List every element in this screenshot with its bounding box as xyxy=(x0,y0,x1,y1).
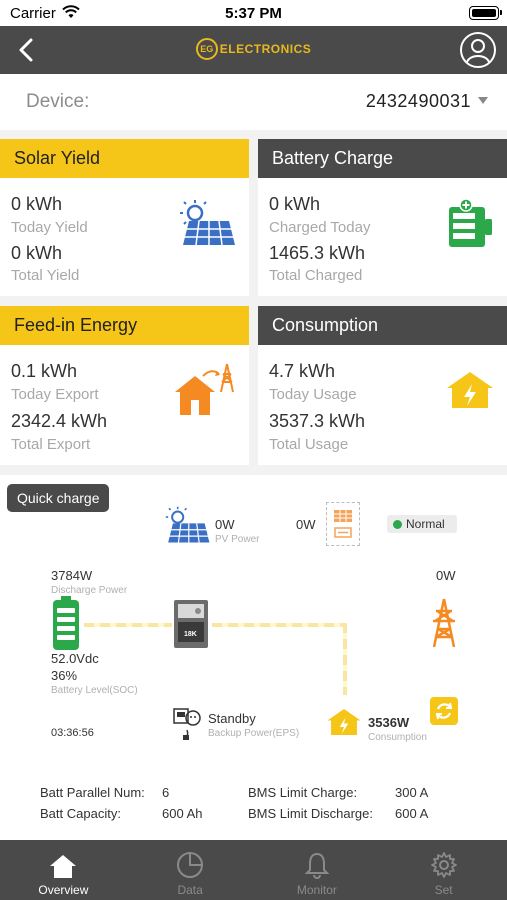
inverter-icon xyxy=(172,598,210,655)
battery-charging-icon xyxy=(447,198,495,254)
inverter-label: 18K xyxy=(184,631,197,638)
today-export-label: Today Export xyxy=(11,386,99,403)
battery-icon xyxy=(52,596,80,656)
refresh-button[interactable] xyxy=(430,697,458,725)
charged-today-value: 0 kWh xyxy=(269,194,321,214)
tab-monitor[interactable]: Monitor xyxy=(254,840,381,900)
energy-flow-panel: Quick charge 0W PV Power 0W Normal 3784W… xyxy=(0,475,507,840)
tab-label: Data xyxy=(177,883,203,897)
generator-power-value: 0W xyxy=(296,517,316,532)
user-profile-button[interactable] xyxy=(459,31,497,69)
user-icon xyxy=(460,32,496,68)
batt-capacity-label: Batt Capacity: xyxy=(40,806,121,821)
total-usage-label: Total Usage xyxy=(269,436,349,453)
device-label: Device: xyxy=(26,91,90,112)
quick-charge-button[interactable]: Quick charge xyxy=(7,484,110,512)
nav-bar: EG ELECTRONICS xyxy=(0,26,507,74)
battery-charge-card[interactable]: Battery Charge 0 kWh Charged Today 1465.… xyxy=(258,139,507,296)
total-yield-label: Total Yield xyxy=(11,267,80,284)
grid-tower-icon xyxy=(430,597,458,654)
load-flow-line xyxy=(343,623,347,695)
batt-capacity-value: 600 Ah xyxy=(162,806,203,821)
bms-discharge-label: BMS Limit Discharge: xyxy=(248,806,373,821)
bms-charge-label: BMS Limit Charge: xyxy=(248,785,358,800)
solar-panel-icon xyxy=(165,505,211,550)
solar-yield-card[interactable]: Solar Yield 0 kWh Today Yield 0 kWh Tota… xyxy=(0,139,249,296)
generator-icon xyxy=(326,502,360,546)
bms-charge-value: 300 A xyxy=(395,785,429,800)
today-usage-value: 4.7 kWh xyxy=(269,361,336,381)
battery-soc: 36% xyxy=(51,668,78,683)
inverter-flow-line xyxy=(212,623,347,627)
tab-bar: Overview Data Monitor Set xyxy=(0,840,507,900)
today-yield-value: 0 kWh xyxy=(11,194,63,214)
solar-panel-icon xyxy=(179,199,237,252)
today-export-value: 0.1 kWh xyxy=(11,361,78,381)
card-title: Feed-in Energy xyxy=(0,306,249,345)
status-text: Normal xyxy=(406,517,445,531)
bell-icon xyxy=(304,852,330,879)
total-yield-value: 0 kWh xyxy=(11,243,63,263)
brand-logo: EG ELECTRONICS xyxy=(0,38,507,60)
device-serial: 2432490031 xyxy=(365,91,471,111)
pie-chart-icon xyxy=(177,852,204,878)
home-icon xyxy=(50,855,77,878)
house-grid-icon xyxy=(173,362,237,423)
clock: 5:37 PM xyxy=(225,5,282,22)
tab-label: Set xyxy=(434,883,453,897)
card-title: Solar Yield xyxy=(0,139,249,178)
device-selector[interactable]: Device: 2432490031 xyxy=(0,74,507,130)
battery-voltage: 52.0Vdc xyxy=(51,651,99,666)
consumption-power-value: 3536W xyxy=(368,715,410,730)
total-usage-value: 3537.3 kWh xyxy=(269,411,366,431)
dropdown-caret-icon xyxy=(478,97,488,104)
system-status-badge: Normal xyxy=(387,515,457,533)
pv-power-label: PV Power xyxy=(215,534,260,545)
tab-label: Overview xyxy=(38,883,89,897)
grid-power-value: 0W xyxy=(436,568,456,583)
card-title: Battery Charge xyxy=(258,139,507,178)
update-time: 03:36:56 xyxy=(51,727,94,739)
pv-power-value: 0W xyxy=(215,517,235,532)
battery-status-icon xyxy=(469,6,502,20)
gear-icon xyxy=(430,852,457,878)
backup-outlet-icon xyxy=(173,708,205,745)
tab-data[interactable]: Data xyxy=(127,840,254,900)
discharge-power-value: 3784W xyxy=(51,568,93,583)
tab-set[interactable]: Set xyxy=(380,840,507,900)
discharge-power-label: Discharge Power xyxy=(51,585,128,596)
consumption-power-label: Consumption xyxy=(368,732,427,743)
bms-discharge-value: 600 A xyxy=(395,806,429,821)
house-power-icon xyxy=(326,707,362,742)
battery-flow-line xyxy=(84,623,172,627)
feed-in-energy-card[interactable]: Feed-in Energy 0.1 kWh Today Export 2342… xyxy=(0,306,249,465)
logo-mark: EG xyxy=(195,38,218,60)
backup-power-label: Backup Power(EPS) xyxy=(208,728,300,739)
status-bar: Carrier 5:37 PM xyxy=(0,0,507,26)
batt-parallel-value: 6 xyxy=(162,785,170,800)
refresh-icon xyxy=(435,702,453,720)
total-charged-value: 1465.3 kWh xyxy=(269,243,366,263)
charged-today-label: Charged Today xyxy=(269,219,371,236)
tab-overview[interactable]: Overview xyxy=(0,840,127,900)
total-charged-label: Total Charged xyxy=(269,267,363,284)
total-export-value: 2342.4 kWh xyxy=(11,411,108,431)
battery-soc-label: Battery Level(SOC) xyxy=(51,685,138,696)
tab-label: Monitor xyxy=(296,883,337,897)
status-dot-icon xyxy=(393,519,402,529)
consumption-card[interactable]: Consumption 4.7 kWh Today Usage 3537.3 k… xyxy=(258,306,507,465)
today-yield-label: Today Yield xyxy=(11,219,88,236)
card-title: Consumption xyxy=(258,306,507,345)
today-usage-label: Today Usage xyxy=(269,386,357,403)
total-export-label: Total Export xyxy=(11,436,91,453)
house-power-icon xyxy=(445,370,495,415)
backup-status: Standby xyxy=(208,711,256,726)
batt-parallel-label: Batt Parallel Num: xyxy=(40,785,145,800)
logo-text: ELECTRONICS xyxy=(219,42,312,56)
